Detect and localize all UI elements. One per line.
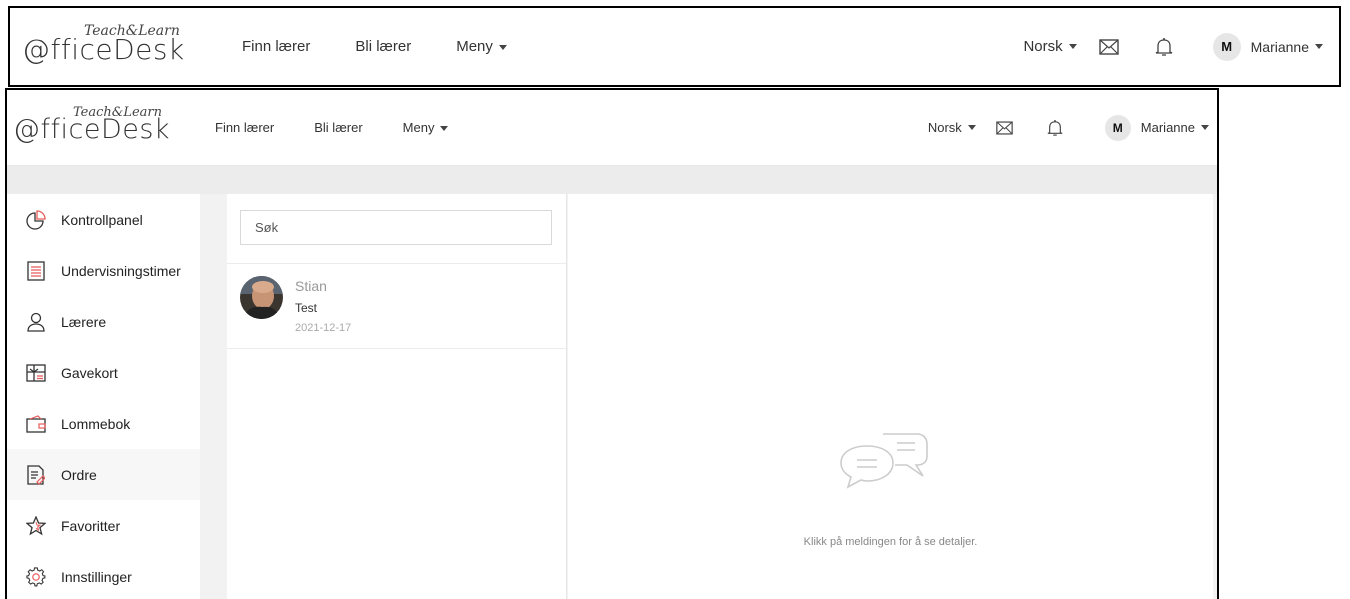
- sidebar-item-label: Innstillinger: [61, 568, 132, 585]
- content-area: Kontrollpanel Undervisningstimer Lærere …: [7, 194, 1217, 599]
- user-menu[interactable]: M Marianne: [1212, 32, 1323, 61]
- language-label: Norsk: [1023, 38, 1063, 55]
- sidebar-item-label: Favoritter: [61, 517, 121, 534]
- sidebar-item-undervisningstimer[interactable]: Undervisningstimer: [7, 245, 200, 296]
- logo[interactable]: Teach&Learn @fficeDesk: [13, 103, 203, 152]
- top-nav: Finn lærer Bli lærer Meny: [242, 38, 552, 55]
- nav-menu[interactable]: Meny: [403, 120, 449, 135]
- mail-icon[interactable]: [1098, 38, 1119, 55]
- user-menu[interactable]: M Marianne: [1104, 114, 1209, 141]
- sidebar-item-label: Lærere: [61, 313, 107, 330]
- star-icon: [25, 515, 47, 537]
- avatar: M: [1212, 32, 1241, 61]
- sidebar-item-favoritter[interactable]: Favoritter: [7, 500, 200, 551]
- header-right: Norsk M Marianne: [1023, 32, 1323, 61]
- order-icon: [25, 464, 47, 486]
- callout-header: Teach&Learn @fficeDesk Finn lærer Bli læ…: [8, 6, 1341, 87]
- bell-icon[interactable]: [1155, 37, 1173, 57]
- gear-icon: [25, 566, 47, 588]
- top-nav: Finn lærer Bli lærer Meny: [215, 120, 488, 135]
- chat-bubbles-icon: [839, 430, 929, 495]
- nav-menu-label: Meny: [456, 38, 493, 55]
- nav-menu-label: Meny: [402, 120, 435, 135]
- sidebar-item-label: Gavekort: [61, 364, 118, 381]
- chevron-down-icon: [967, 125, 976, 130]
- lessons-icon: [25, 260, 47, 282]
- header-divider-strip: [7, 166, 1217, 194]
- gift-card-icon: [25, 362, 47, 384]
- sidebar-item-kontrollpanel[interactable]: Kontrollpanel: [7, 194, 200, 245]
- bell-icon[interactable]: [1047, 119, 1063, 137]
- avatar: [240, 276, 283, 319]
- message-list-item[interactable]: Stian Test 2021-12-17: [227, 263, 566, 349]
- nav-menu[interactable]: Meny: [456, 38, 507, 55]
- sidebar-item-label: Ordre: [61, 466, 97, 483]
- logo-text: @fficeDesk: [13, 114, 171, 145]
- sidebar: Kontrollpanel Undervisningstimer Lærere …: [7, 194, 200, 599]
- app-header: Teach&Learn @fficeDesk Finn lærer Bli læ…: [7, 90, 1217, 166]
- sidebar-item-innstillinger[interactable]: Innstillinger: [7, 551, 200, 599]
- nav-become-teacher[interactable]: Bli lærer: [314, 120, 362, 135]
- header-right: Norsk M Marianne: [928, 114, 1209, 141]
- language-selector[interactable]: Norsk: [1023, 38, 1077, 55]
- search-input[interactable]: Søk: [240, 210, 552, 245]
- chevron-down-icon: [1201, 125, 1209, 130]
- message-detail-panel: Klikk på meldingen for å se detaljer.: [568, 194, 1213, 599]
- mail-icon[interactable]: [996, 120, 1013, 135]
- empty-state-text: Klikk på meldingen for å se detaljer.: [803, 536, 978, 548]
- app-window: Teach&Learn @fficeDesk Finn lærer Bli læ…: [5, 88, 1219, 599]
- chevron-down-icon: [1068, 44, 1077, 49]
- nav-find-teacher[interactable]: Finn lærer: [215, 120, 274, 135]
- logo-text: @fficeDesk: [22, 33, 185, 66]
- nav-become-teacher[interactable]: Bli lærer: [355, 38, 411, 55]
- message-date: 2021-12-17: [295, 322, 352, 334]
- sidebar-item-lommebok[interactable]: Lommebok: [7, 398, 200, 449]
- wallet-icon: [25, 413, 47, 435]
- logo[interactable]: Teach&Learn @fficeDesk: [22, 21, 202, 72]
- user-name: Marianne: [1140, 120, 1195, 135]
- teacher-person-icon: [25, 311, 47, 333]
- user-name: Marianne: [1250, 38, 1309, 55]
- avatar: M: [1104, 114, 1131, 141]
- chevron-down-icon: [1315, 44, 1323, 49]
- sidebar-item-gavekort[interactable]: Gavekort: [7, 347, 200, 398]
- message-preview: Test: [295, 301, 318, 315]
- message-list-panel: Søk Stian Test 2021-12-17: [227, 194, 567, 599]
- search-placeholder: Søk: [255, 220, 279, 235]
- pie-chart-icon: [25, 209, 47, 231]
- message-sender: Stian: [295, 278, 327, 294]
- sidebar-item-label: Lommebok: [61, 415, 131, 432]
- sidebar-item-label: Undervisningstimer: [61, 262, 181, 279]
- sidebar-item-larere[interactable]: Lærere: [7, 296, 200, 347]
- language-selector[interactable]: Norsk: [928, 120, 976, 135]
- sidebar-item-ordre[interactable]: Ordre: [7, 449, 200, 500]
- language-label: Norsk: [927, 120, 962, 135]
- nav-find-teacher[interactable]: Finn lærer: [242, 38, 310, 55]
- chevron-down-icon: [440, 126, 449, 132]
- sidebar-item-label: Kontrollpanel: [61, 211, 143, 228]
- chevron-down-icon: [498, 44, 507, 50]
